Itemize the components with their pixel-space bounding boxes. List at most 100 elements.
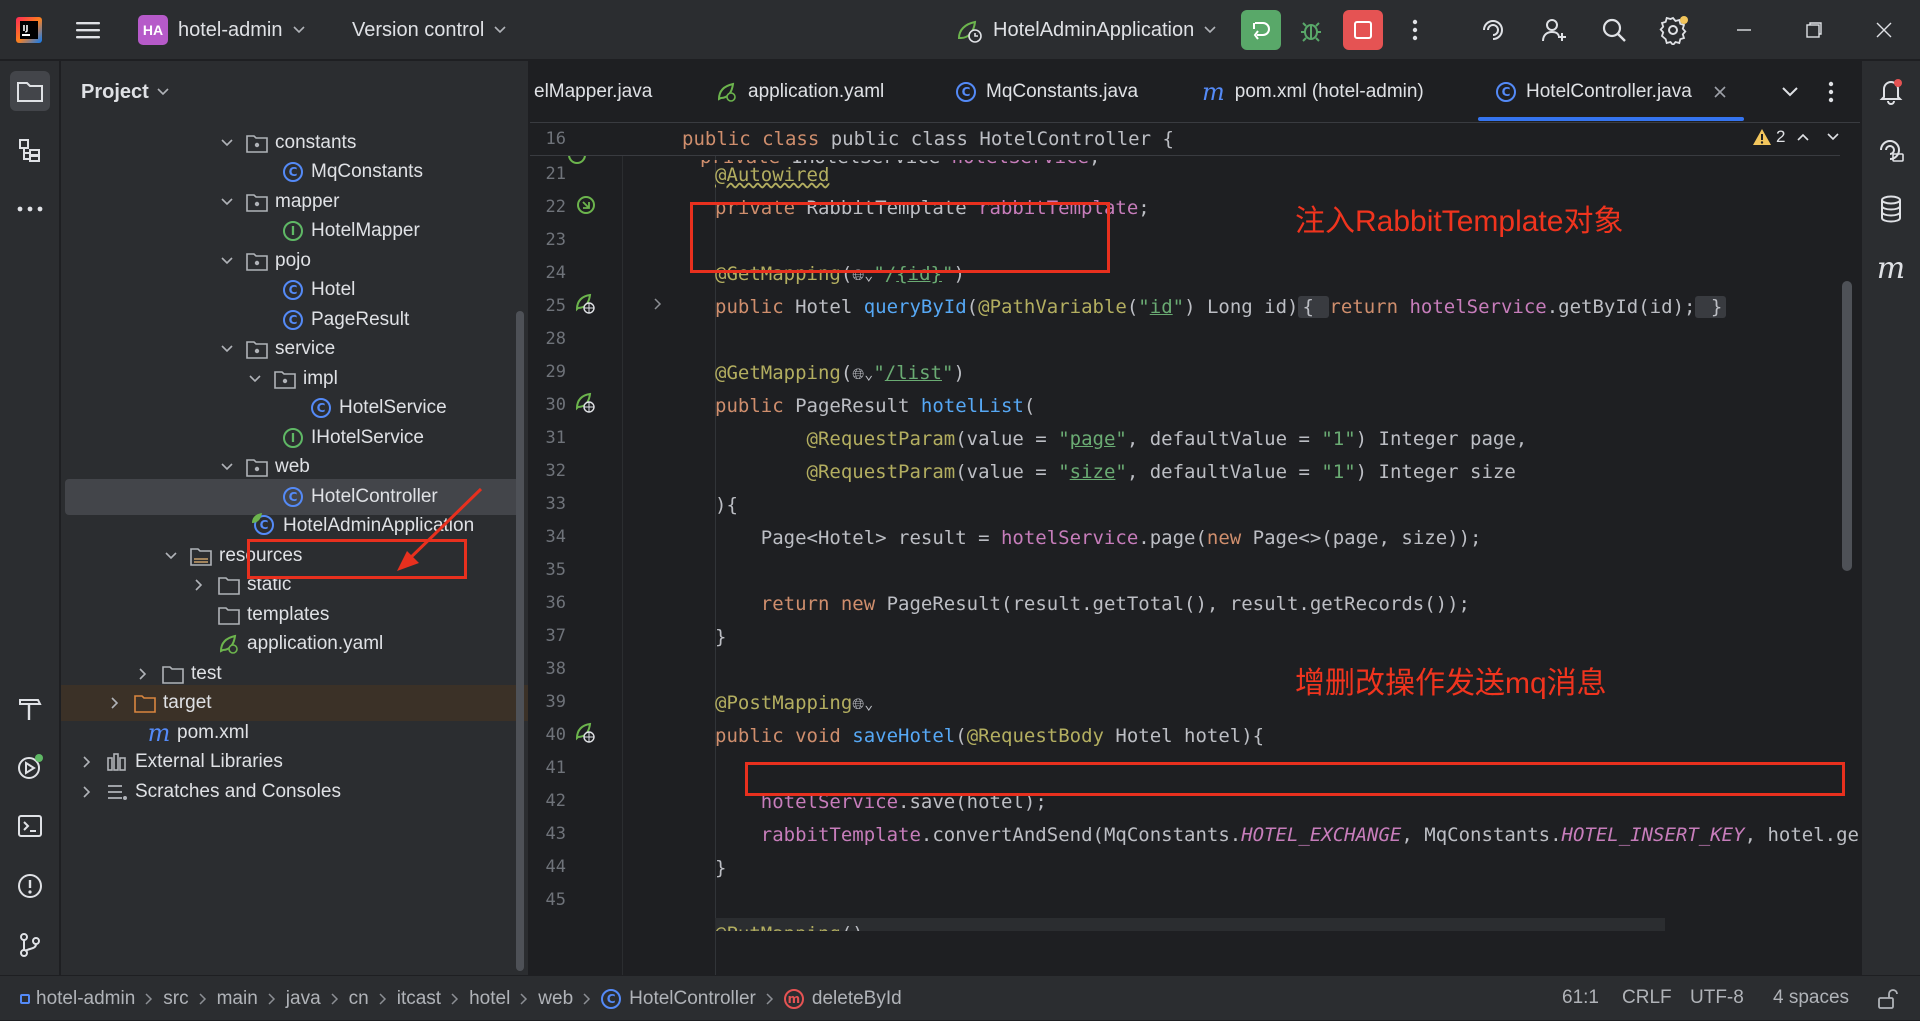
breadcrumb-item[interactable]: hotel	[469, 988, 510, 1010]
project-panel-scrollbar[interactable]	[516, 311, 524, 971]
project-panel-header[interactable]: Project	[61, 61, 528, 123]
fold-expand-icon[interactable]	[654, 298, 662, 310]
breadcrumb-label: java	[285, 987, 321, 1009]
chevron-down-icon[interactable]	[1827, 133, 1840, 141]
chevron-right-icon[interactable]	[105, 693, 125, 713]
chevron-down-icon[interactable]	[217, 192, 237, 212]
editor-gutter: 2021222324252829303132333435363738394041…	[530, 123, 680, 975]
editor-tab-bar: elMapper.java application.yaml C MqConst…	[530, 61, 1860, 123]
breadcrumb-label: HotelController	[629, 987, 756, 1009]
more-tools-icon[interactable]	[10, 189, 50, 229]
notifications-bell-icon[interactable]	[1871, 71, 1911, 111]
spring-endpoint-gutter-icon[interactable]	[574, 391, 598, 415]
settings-gear-icon[interactable]	[1659, 15, 1689, 45]
ai-chat-icon[interactable]	[1871, 130, 1911, 170]
breadcrumb-item[interactable]: java	[286, 988, 321, 1010]
class-icon: C	[956, 82, 976, 102]
chevron-down-icon[interactable]	[217, 251, 237, 271]
terminal-icon[interactable]	[10, 806, 50, 846]
breadcrumb-item[interactable]: C HotelController	[601, 988, 756, 1010]
minimize-icon[interactable]	[1729, 15, 1759, 45]
breadcrumb-item[interactable]: itcast	[397, 988, 441, 1010]
file-encoding[interactable]: UTF-8	[1690, 987, 1744, 1009]
close-tab-icon[interactable]	[1714, 86, 1726, 98]
chevron-down-icon[interactable]	[217, 133, 237, 153]
tab-hotelmapper[interactable]: elMapper.java	[534, 61, 652, 123]
tab-pom-xml[interactable]: m pom.xml (hotel-admin)	[1202, 61, 1424, 123]
breadcrumb-item[interactable]: web	[538, 988, 573, 1010]
inspection-widget[interactable]: 2	[1752, 127, 1840, 147]
caret-position[interactable]: 61:1	[1562, 987, 1599, 1009]
chevron-right-icon[interactable]	[77, 752, 97, 772]
code-line-32: @RequestParam(value = "size", defaultVal…	[806, 461, 1516, 483]
ai-assistant-icon[interactable]	[1478, 15, 1508, 45]
problems-icon[interactable]	[10, 866, 50, 906]
line-number: 23	[545, 230, 566, 250]
git-branch-icon[interactable]	[10, 925, 50, 965]
stop-button[interactable]	[1343, 10, 1383, 50]
gutter-spring-icon-19	[566, 156, 590, 166]
tab-hotelcontroller[interactable]: C HotelController.java	[1496, 61, 1726, 123]
project-name: hotel-admin	[178, 18, 283, 41]
run-config-name: HotelAdminApplication	[993, 18, 1195, 41]
spring-endpoint-gutter-icon[interactable]	[574, 721, 598, 745]
breadcrumb-item[interactable]: hotel-admin	[20, 988, 135, 1010]
run-config-selector[interactable]: HotelAdminApplication	[955, 0, 1216, 60]
tree-item-label: application.yaml	[247, 633, 384, 654]
package-icon	[245, 337, 269, 361]
tree-item-label: Hotel	[311, 279, 356, 300]
line-number: 45	[545, 890, 566, 910]
more-actions-icon[interactable]	[1400, 15, 1430, 45]
unlock-icon[interactable]	[1876, 988, 1898, 1010]
main-menu-icon[interactable]	[73, 15, 103, 45]
chevron-right-icon[interactable]	[133, 664, 153, 684]
rerun-button[interactable]	[1241, 10, 1281, 50]
vcs-menu[interactable]: Version control	[352, 0, 506, 60]
restore-icon[interactable]	[1799, 15, 1829, 45]
debug-icon[interactable]	[1296, 15, 1326, 45]
tree-item-label: HotelMapper	[311, 220, 420, 241]
indent-setting[interactable]: 4 spaces	[1773, 987, 1849, 1009]
chevron-down-icon	[157, 88, 169, 96]
chevron-right-icon[interactable]	[189, 575, 209, 595]
breadcrumb-label: itcast	[396, 987, 442, 1009]
tab-label: pom.xml (hotel-admin)	[1234, 81, 1424, 102]
code-line-44: }	[715, 857, 727, 879]
tree-item-scratches-and-consoles[interactable]: Scratches and Consoles	[61, 774, 528, 810]
breadcrumb-item[interactable]: src	[163, 988, 188, 1010]
sticky-line-code: public class public class HotelControlle…	[682, 128, 1174, 150]
intellij-logo-icon[interactable]: IJ	[14, 15, 44, 45]
chevron-right-icon[interactable]	[77, 782, 97, 802]
maven-icon[interactable]: m	[1871, 248, 1911, 288]
project-switcher[interactable]: HA hotel-admin	[138, 0, 305, 60]
chevron-up-icon[interactable]	[1797, 133, 1810, 141]
spring-endpoint-gutter-icon[interactable]	[574, 292, 598, 316]
build-hammer-icon[interactable]	[10, 689, 50, 729]
services-icon[interactable]	[10, 747, 50, 787]
libraries-icon	[105, 750, 129, 774]
tab-list-dropdown[interactable]	[1782, 61, 1798, 123]
structure-icon[interactable]	[10, 130, 50, 170]
close-window-icon[interactable]	[1869, 15, 1899, 45]
chevron-down-icon[interactable]	[217, 339, 237, 359]
chevron-down-icon[interactable]	[245, 369, 265, 389]
chevron-down-icon[interactable]	[217, 457, 237, 477]
tab-more-options[interactable]	[1828, 61, 1834, 123]
project-folder-icon[interactable]	[10, 71, 50, 111]
tab-mqconstants[interactable]: C MqConstants.java	[956, 61, 1138, 123]
chevron-down-icon	[1782, 87, 1798, 97]
breadcrumb-item[interactable]: m deleteById	[783, 988, 902, 1010]
add-user-icon[interactable]	[1539, 15, 1569, 45]
module-icon	[20, 993, 30, 1004]
spring-bean-gutter-icon[interactable]	[574, 193, 598, 217]
search-icon[interactable]	[1599, 15, 1629, 45]
database-icon[interactable]	[1871, 189, 1911, 229]
code-line-25: public Hotel queryById(@PathVariable("id…	[715, 291, 1727, 324]
tab-application-yaml[interactable]: application.yaml	[716, 61, 884, 123]
line-separator[interactable]: CRLF	[1622, 987, 1672, 1009]
breadcrumb-item[interactable]: main	[217, 988, 258, 1010]
chevron-down-icon[interactable]	[161, 546, 181, 566]
breadcrumb-item[interactable]: cn	[349, 988, 369, 1010]
editor-scrollbar[interactable]	[1842, 281, 1852, 571]
spring-class-icon: C	[252, 513, 277, 538]
